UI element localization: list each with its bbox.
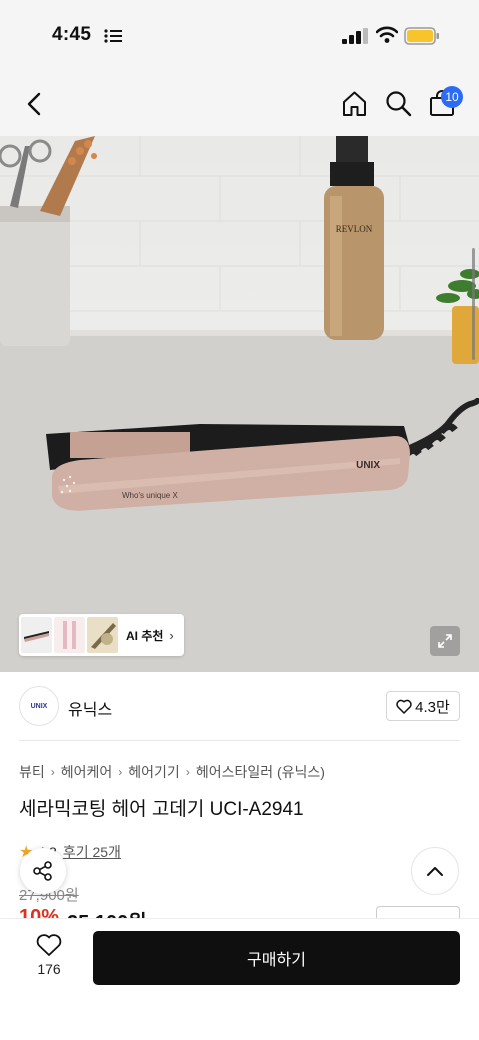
chevron-right-icon: › xyxy=(185,765,190,779)
breadcrumb-item[interactable]: 헤어스타일러 (유닉스) xyxy=(196,762,325,782)
home-icon[interactable] xyxy=(341,90,368,117)
search-icon[interactable] xyxy=(385,90,412,117)
heart-icon xyxy=(36,934,62,956)
brand-name[interactable]: 유닉스 xyxy=(68,696,112,720)
brand-logo[interactable]: UNIX xyxy=(19,686,59,726)
product-title: 세라믹코팅 헤어 고데기 UCI-A2941 xyxy=(19,799,304,820)
chevron-up-icon xyxy=(427,867,443,876)
divider xyxy=(19,740,460,741)
status-bar: 4:45 xyxy=(0,0,479,70)
wishlist-button[interactable]: 176 xyxy=(26,933,72,983)
breadcrumb-item[interactable]: 뷰티 xyxy=(19,762,45,782)
thumbnail-2[interactable] xyxy=(54,617,85,653)
price-row: 10% 25,100원 xyxy=(19,906,147,918)
chevron-right-icon: › xyxy=(169,627,174,643)
sale-price: 25,100원 xyxy=(67,906,147,918)
back-icon[interactable] xyxy=(22,90,46,118)
status-time: 4:45 xyxy=(52,24,92,45)
brand-like-count: 4.3만 xyxy=(415,698,450,716)
brand-like-button[interactable]: 4.3만 xyxy=(386,691,460,721)
expand-icon xyxy=(438,634,452,648)
coupon-button[interactable] xyxy=(376,906,460,918)
bottle-label: REVLON xyxy=(336,224,373,234)
heart-icon xyxy=(396,699,412,714)
ai-recommend-strip[interactable]: AI 추천 › xyxy=(19,614,184,656)
chevron-right-icon: › xyxy=(50,765,55,779)
buy-button[interactable]: 구매하기 xyxy=(93,931,460,985)
ai-recommend-label: AI 추천 xyxy=(126,628,164,643)
brand-row: UNIX 유닉스 4.3만 xyxy=(0,672,479,740)
battery-icon xyxy=(404,27,439,45)
list-icon xyxy=(104,29,122,43)
thumbnail-3[interactable] xyxy=(87,617,118,653)
signal-icon xyxy=(342,28,368,44)
cart-count-badge: 10 xyxy=(441,86,463,108)
review-count-link[interactable]: 후기 25개 xyxy=(63,842,121,862)
breadcrumb: 뷰티 › 헤어케어 › 헤어기기 › 헤어스타일러 (유닉스) xyxy=(19,762,325,782)
thumbnail-1[interactable] xyxy=(21,617,52,653)
wifi-icon xyxy=(376,26,398,43)
wishlist-count: 176 xyxy=(37,961,61,977)
bottom-purchase-bar: 176 구매하기 xyxy=(0,918,479,1040)
gallery-scroll-indicator xyxy=(472,248,475,360)
product-image[interactable]: REVLON Who's unique X UNIX AI 추천 › xyxy=(0,136,479,672)
scroll-top-button[interactable] xyxy=(411,847,459,895)
discount-rate: 10% xyxy=(19,906,60,918)
chevron-right-icon: › xyxy=(118,765,123,779)
share-icon xyxy=(33,861,52,881)
breadcrumb-item[interactable]: 헤어케어 xyxy=(61,762,113,782)
nav-bar: 10 xyxy=(0,70,479,136)
product-imprint: Who's unique X xyxy=(122,491,178,500)
expand-button[interactable] xyxy=(430,626,460,656)
device-brand-mark: UNIX xyxy=(356,460,380,471)
share-button[interactable] xyxy=(20,848,66,894)
product-photo: REVLON Who's unique X UNIX xyxy=(0,136,479,672)
breadcrumb-item[interactable]: 헤어기기 xyxy=(128,762,180,782)
